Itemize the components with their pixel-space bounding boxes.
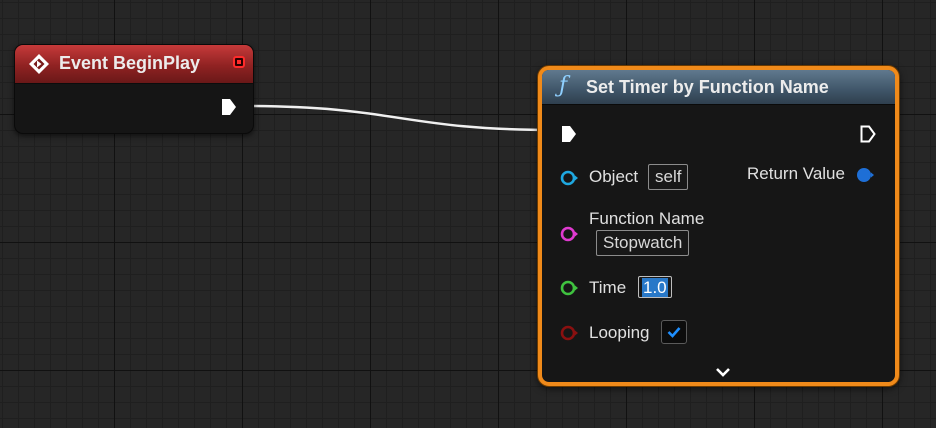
looping-checkbox[interactable] bbox=[661, 320, 687, 344]
looping-pin-label: Looping bbox=[589, 323, 650, 342]
time-value-field[interactable]: 1.0 bbox=[638, 276, 672, 298]
function-icon: ƒ bbox=[559, 73, 568, 98]
delegate-output-pin[interactable] bbox=[233, 56, 245, 68]
object-pin-label: Object bbox=[589, 167, 639, 186]
time-pin-icon[interactable] bbox=[560, 279, 578, 297]
set-timer-node-header[interactable]: ƒ Set Timer by Function Name bbox=[542, 70, 895, 105]
looping-pin-icon[interactable] bbox=[560, 324, 578, 342]
object-pin-icon[interactable] bbox=[560, 169, 578, 187]
exec-output-pin[interactable] bbox=[859, 124, 877, 144]
object-value-field[interactable]: self bbox=[648, 164, 689, 190]
event-diamond-icon bbox=[29, 54, 49, 74]
function-name-field[interactable]: Stopwatch bbox=[596, 230, 690, 256]
exec-output-pin[interactable] bbox=[220, 97, 238, 117]
set-timer-node[interactable]: ƒ Set Timer by Function Name Object self… bbox=[538, 66, 899, 386]
chevron-down-icon[interactable] bbox=[714, 366, 732, 378]
time-pin-label: Time bbox=[589, 278, 627, 297]
function-name-pin-icon[interactable] bbox=[560, 225, 578, 243]
function-name-label: Function Name bbox=[589, 209, 705, 228]
exec-input-pin[interactable] bbox=[560, 124, 578, 144]
return-value-label: Return Value bbox=[747, 164, 845, 183]
event-node-title: Event BeginPlay bbox=[59, 53, 201, 73]
event-beginplay-node[interactable]: Event BeginPlay bbox=[14, 44, 254, 134]
event-node-header[interactable]: Event BeginPlay bbox=[15, 45, 253, 84]
set-timer-node-title: Set Timer by Function Name bbox=[586, 77, 829, 97]
return-value-pin-icon[interactable] bbox=[856, 166, 874, 184]
time-value-text: 1.0 bbox=[642, 278, 668, 297]
checkmark-icon bbox=[667, 327, 681, 338]
